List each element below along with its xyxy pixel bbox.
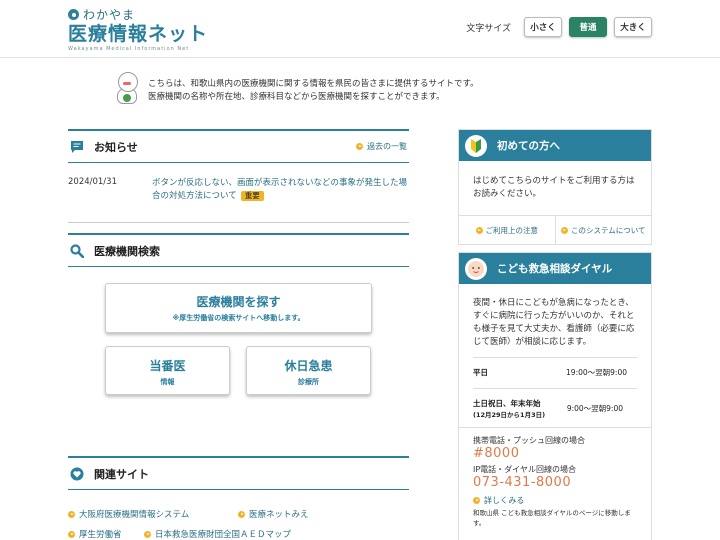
news-archive-link[interactable]: 過去の一覧 bbox=[356, 141, 407, 152]
kids-title: こども救急相談ダイヤル bbox=[497, 263, 613, 275]
intro: こちらは、和歌山県内の医療機関に関する情報を県民の皆さまに提供するサイトです。 … bbox=[114, 70, 479, 106]
kids-text: 夜間・休日にこどもが急病になったとき、すぐに病院に行った方がいいのか、それとも様… bbox=[473, 298, 635, 347]
search-section: 医療機関検索 医療機関を探す ※厚生労働省の検索サイトへ移動します。 当番医 情… bbox=[68, 233, 409, 413]
duty-doctor-label: 当番医 bbox=[149, 359, 186, 373]
duty-doctor-sub: 情報 bbox=[160, 378, 175, 386]
arrow-circle-icon bbox=[144, 530, 151, 538]
duty-doctor-button[interactable]: 当番医 情報 bbox=[105, 346, 230, 395]
holiday-note: (12月29日から1月3日) bbox=[473, 411, 546, 419]
site-logo[interactable]: わかやま 医療情報ネット Wakayama Medical Informatio… bbox=[68, 6, 208, 52]
related-links: 大阪府医療機関情報システム 医療ネットみえ 厚生労働省 日本救急医療財団全国ＡＥ… bbox=[68, 490, 409, 540]
intro-line-2: 医療機関の名称や所在地、診療科目などから医療機関を探すことができます。 bbox=[148, 91, 445, 102]
arrow-circle-icon bbox=[473, 497, 480, 504]
arrow-circle-icon bbox=[560, 226, 568, 234]
holiday-clinic-label: 休日急患 bbox=[284, 359, 333, 373]
related-link-mie[interactable]: 医療ネットみえ bbox=[238, 508, 309, 520]
logo-subtitle: わかやま bbox=[83, 8, 136, 22]
arrow-circle-icon bbox=[68, 510, 75, 518]
logo-english: Wakayama Medical Information Net bbox=[68, 46, 190, 52]
first-time-header: 初めての方へ bbox=[459, 130, 651, 161]
first-time-panel: 初めての方へ はじめてこちらのサイトをご利用する方はお読みください。 ご利用上の… bbox=[458, 129, 652, 245]
usage-notes-link[interactable]: ご利用上の注意 bbox=[459, 216, 556, 244]
font-size-label: 文字サイズ bbox=[466, 23, 511, 34]
location-pin-icon bbox=[68, 9, 79, 20]
find-institution-label: 医療機関を探す bbox=[196, 295, 281, 309]
first-time-links: ご利用上の注意 このシステムについて bbox=[459, 215, 651, 244]
weekday-row: 平日 19:00～翌朝9:00 bbox=[473, 357, 637, 388]
font-small-button[interactable]: 小さく bbox=[524, 17, 562, 37]
site-header: わかやま 医療情報ネット Wakayama Medical Informatio… bbox=[0, 0, 720, 58]
news-date: 2024/01/31 bbox=[68, 177, 117, 187]
news-link[interactable]: ボタンが反応しない、画面が表示されないなどの事象が発生した場合の対処方法について… bbox=[152, 177, 409, 222]
arrow-circle-icon bbox=[238, 510, 245, 518]
child-face-icon bbox=[465, 257, 487, 280]
more-link[interactable]: 詳しくみる bbox=[473, 495, 637, 506]
intro-text: こちらは、和歌山県内の医療機関に関する情報を県民の皆さまに提供するサイトです。 … bbox=[148, 70, 479, 103]
important-badge: 重要 bbox=[240, 191, 264, 201]
holiday-hours: 9:00～翌朝9:00 bbox=[566, 404, 623, 413]
first-time-title: 初めての方へ bbox=[497, 140, 560, 152]
intro-line-1: こちらは、和歌山県内の医療機関に関する情報を県民の皆さまに提供するサイトです。 bbox=[148, 79, 479, 89]
find-institution-button[interactable]: 医療機関を探す ※厚生労働省の検索サイトへ移動します。 bbox=[105, 283, 372, 333]
related-link-mhlw[interactable]: 厚生労働省 bbox=[68, 528, 122, 540]
news-section: お知らせ 過去の一覧 2024/01/31 ボタンが反応しない、画面が表示されな… bbox=[68, 129, 409, 223]
news-item: 2024/01/31 ボタンが反応しない、画面が表示されないなどの事象が発生した… bbox=[68, 163, 409, 223]
more-note: 和歌山県 こども救急相談ダイヤルのページに移動します。 bbox=[473, 509, 631, 527]
arrow-circle-icon bbox=[475, 226, 483, 234]
holiday-row: 土日祝日、年末年始 (12月29日から1月3日) 9:00～翌朝9:00 bbox=[473, 388, 637, 427]
holiday-label: 土日祝日、年末年始 bbox=[473, 399, 541, 408]
related-header: 関連サイト bbox=[68, 456, 409, 490]
ip-label: IP電話・ダイヤル回線の場合 bbox=[473, 465, 576, 474]
first-time-text: はじめてこちらのサイトをご利用する方はお読みください。 bbox=[473, 176, 635, 199]
related-section: 関連サイト 大阪府医療機関情報システム 医療ネットみえ 厚生労働省 日本救急医療… bbox=[68, 456, 409, 540]
search-title: 医療機関検索 bbox=[94, 244, 160, 258]
news-header: お知らせ 過去の一覧 bbox=[68, 129, 409, 163]
heart-icon bbox=[70, 467, 84, 481]
font-size-control: 文字サイズ 小さく 普通 大きく bbox=[466, 17, 652, 37]
weekday-hours: 19:00～翌朝9:00 bbox=[566, 368, 627, 377]
kids-phone: 携帯電話・プッシュ回線の場合 #8000 IP電話・ダイヤル回線の場合 073-… bbox=[459, 427, 651, 527]
arrow-circle-icon bbox=[68, 530, 75, 538]
font-large-button[interactable]: 大きく bbox=[614, 17, 652, 37]
weekday-label: 平日 bbox=[473, 368, 488, 377]
mobile-label: 携帯電話・プッシュ回線の場合 bbox=[473, 436, 585, 445]
speech-bubble-icon bbox=[70, 140, 84, 154]
related-link-aed[interactable]: 日本救急医療財団全国ＡＥＤマップ bbox=[144, 528, 291, 540]
related-title: 関連サイト bbox=[94, 467, 149, 481]
kids-schedule: 平日 19:00～翌朝9:00 土日祝日、年末年始 (12月29日から1月3日)… bbox=[459, 357, 651, 427]
find-institution-note: ※厚生労働省の検索サイトへ移動します。 bbox=[172, 314, 305, 322]
search-header: 医療機関検索 bbox=[68, 233, 409, 267]
related-link-osaka[interactable]: 大阪府医療機関情報システム bbox=[68, 508, 189, 520]
mascot-icon bbox=[114, 70, 140, 106]
ip-number[interactable]: 073-431-8000 bbox=[473, 475, 637, 490]
about-system-link[interactable]: このシステムについて bbox=[556, 216, 652, 244]
mobile-number[interactable]: #8000 bbox=[473, 446, 637, 461]
holiday-clinic-button[interactable]: 休日急患 診療所 bbox=[246, 346, 371, 395]
magnifier-icon bbox=[70, 243, 84, 258]
logo-title: 医療情報ネット bbox=[68, 23, 209, 45]
beginner-mark-icon bbox=[465, 134, 487, 157]
holiday-clinic-sub: 診療所 bbox=[298, 378, 319, 386]
news-title: お知らせ bbox=[94, 140, 138, 154]
arrow-circle-icon bbox=[356, 143, 363, 150]
kids-emergency-panel: こども救急相談ダイヤル 夜間・休日にこどもが急病になったとき、すぐに病院に行った… bbox=[458, 252, 652, 540]
font-normal-button[interactable]: 普通 bbox=[569, 17, 607, 37]
kids-header: こども救急相談ダイヤル bbox=[459, 253, 651, 284]
